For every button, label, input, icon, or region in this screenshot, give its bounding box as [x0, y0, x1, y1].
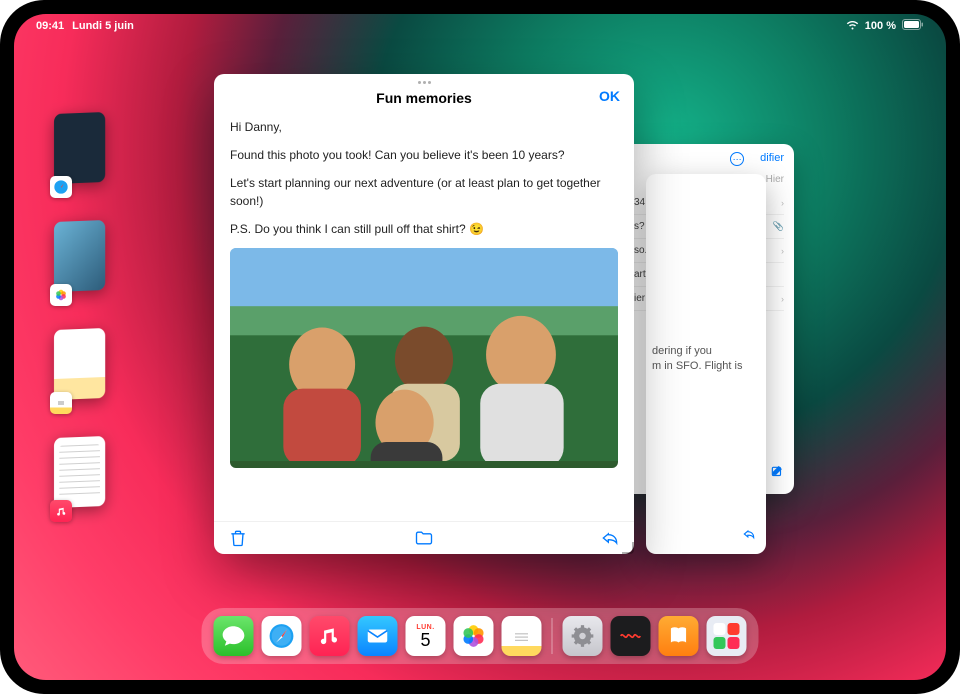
- reply-icon[interactable]: [600, 528, 620, 548]
- background-window-mail[interactable]: dering if you m in SFO. Flight is: [646, 174, 766, 554]
- ok-button[interactable]: OK: [599, 88, 620, 104]
- dock-app-mail[interactable]: [358, 616, 398, 656]
- compose-greeting: Hi Danny,: [230, 118, 618, 136]
- music-icon: [50, 500, 72, 522]
- compose-title: Fun memories: [376, 90, 472, 106]
- status-date: Lundi 5 juin: [72, 20, 134, 32]
- bg-body-line: m in SFO. Flight is: [652, 359, 760, 374]
- modify-button[interactable]: difier: [760, 152, 784, 166]
- photo-attachment[interactable]: [230, 248, 618, 468]
- compose-para: Found this photo you took! Can you belie…: [230, 146, 618, 164]
- dock-app-books[interactable]: [659, 616, 699, 656]
- resize-handle-icon[interactable]: [622, 542, 638, 558]
- trash-icon[interactable]: [228, 528, 248, 548]
- compose-para: P.S. Do you think I can still pull off t…: [230, 220, 618, 238]
- compose-icon[interactable]: [770, 465, 784, 484]
- dock-app-messages[interactable]: [214, 616, 254, 656]
- compose-toolbar: [214, 521, 634, 554]
- stage-item-photos[interactable]: [54, 222, 114, 302]
- dock-app-photos[interactable]: [454, 616, 494, 656]
- stage-item-music[interactable]: [54, 438, 114, 518]
- dock-app-recent[interactable]: [707, 616, 747, 656]
- dock-separator: [552, 618, 553, 654]
- folder-icon[interactable]: [414, 528, 434, 548]
- wifi-icon: [846, 20, 859, 33]
- status-battery-text: 100 %: [865, 20, 896, 32]
- battery-icon: [902, 19, 924, 33]
- stage-item-notes[interactable]: [54, 330, 114, 410]
- bg-body-line: dering if you: [652, 344, 760, 359]
- dock: LUN. 5: [202, 608, 759, 664]
- status-bar: 09:41 Lundi 5 juin 100 %: [14, 14, 946, 38]
- compose-body[interactable]: Hi Danny, Found this photo you took! Can…: [214, 118, 634, 521]
- dock-app-settings[interactable]: [563, 616, 603, 656]
- dock-app-calendar[interactable]: LUN. 5: [406, 616, 446, 656]
- mail-compose-window[interactable]: Fun memories OK Hi Danny, Found this pho…: [214, 74, 634, 554]
- status-time: 09:41: [36, 20, 64, 32]
- safari-icon: [50, 176, 72, 198]
- notes-icon: [50, 392, 72, 414]
- photos-icon: [50, 284, 72, 306]
- reply-icon[interactable]: [742, 527, 756, 544]
- ipad-screen: 09:41 Lundi 5 juin 100 %: [14, 14, 946, 680]
- dock-app-music[interactable]: [310, 616, 350, 656]
- stage-item-safari[interactable]: [54, 114, 114, 194]
- dock-app-safari[interactable]: [262, 616, 302, 656]
- dock-app-notes[interactable]: [502, 616, 542, 656]
- window-grabber-icon[interactable]: [214, 74, 634, 90]
- compose-para: Let's start planning our next adventure …: [230, 174, 618, 210]
- dock-app-voice-memos[interactable]: [611, 616, 651, 656]
- stage-manager-strip: [54, 114, 114, 518]
- calendar-day: 5: [420, 631, 430, 649]
- more-icon[interactable]: ⋯: [730, 152, 744, 166]
